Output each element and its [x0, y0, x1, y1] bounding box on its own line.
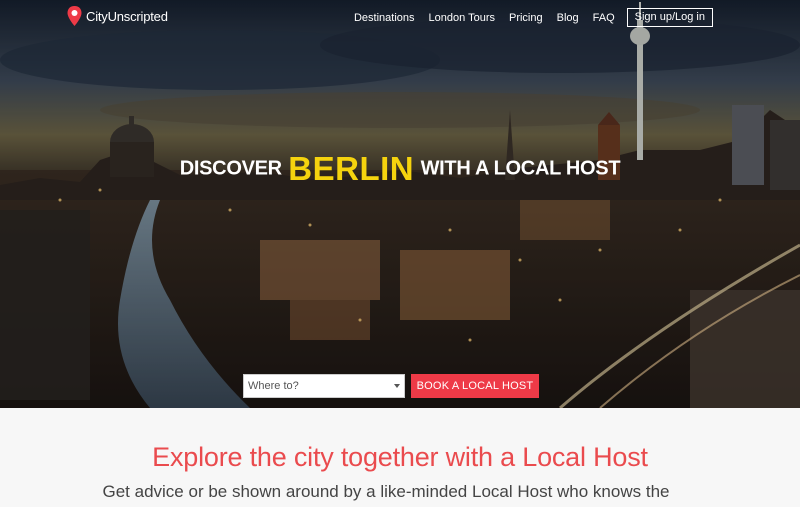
hero-background-image: [0, 0, 800, 408]
hero-section: CityUnscripted Destinations London Tours…: [0, 0, 800, 408]
headline-city: BERLIN: [288, 150, 415, 187]
search-form: Where to? BOOK A LOCAL HOST: [243, 374, 539, 398]
signup-login-button[interactable]: Sign up/Log in: [626, 8, 713, 27]
headline-post: WITH A LOCAL HOST: [420, 157, 621, 180]
map-pin-icon: [67, 6, 82, 26]
nav-blog[interactable]: Blog: [557, 9, 579, 27]
brand-logo[interactable]: CityUnscripted: [66, 5, 168, 27]
section-subheading: Get advice or be shown around by a like-…: [102, 482, 670, 501]
destination-select[interactable]: Where to?: [243, 374, 405, 398]
hero-headline: DISCOVER BERLIN WITH A LOCAL HOST: [0, 150, 800, 188]
nav-pricing[interactable]: Pricing: [509, 9, 543, 27]
headline-pre: DISCOVER: [179, 157, 282, 180]
main-nav: Destinations London Tours Pricing Blog F…: [340, 8, 713, 27]
destination-placeholder: Where to?: [248, 380, 299, 392]
caret-down-icon: [394, 384, 400, 388]
nav-destinations[interactable]: Destinations: [354, 9, 415, 27]
book-local-host-button[interactable]: BOOK A LOCAL HOST: [411, 374, 539, 398]
nav-london-tours[interactable]: London Tours: [429, 9, 495, 27]
nav-faq[interactable]: FAQ: [593, 9, 615, 27]
brand-name: CityUnscripted: [86, 8, 168, 24]
section-heading: Explore the city together with a Local H…: [152, 442, 648, 472]
